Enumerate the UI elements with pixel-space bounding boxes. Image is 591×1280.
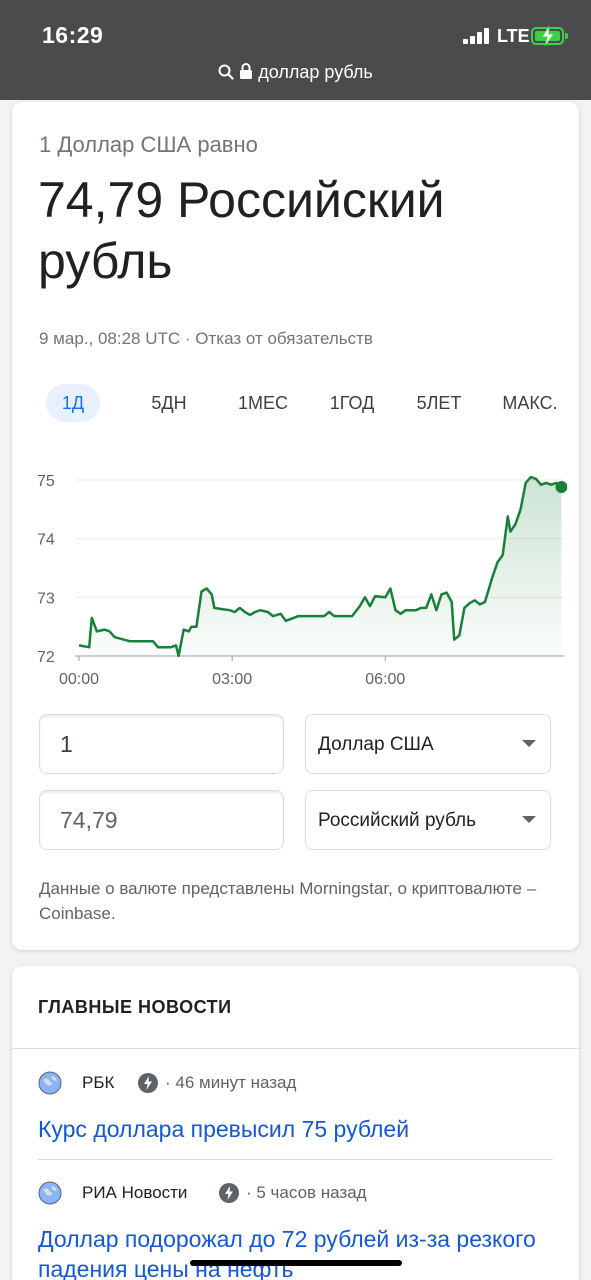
amp-lightning-icon [219, 1183, 239, 1203]
disclaimer-link[interactable]: Отказ от обязательств [195, 329, 373, 348]
dropdown-arrow-icon [522, 740, 536, 747]
news-source: РБК [82, 1073, 115, 1092]
current-value-point [555, 481, 567, 494]
news-item[interactable]: РБК · 46 минут назад Курс доллара превыс… [38, 1070, 558, 1144]
to-currency-label: Российский рубль [318, 810, 477, 831]
separator: · [180, 329, 196, 348]
news-time: · 5 часов назад [246, 1183, 367, 1202]
signal-icon [463, 28, 491, 44]
exchange-rate-chart[interactable]: 75 74 73 7200:00 03:00 06:00 [37, 462, 567, 692]
timestamp-text: 9 мар., 08:28 UTC [39, 329, 181, 348]
lock-icon [240, 63, 253, 79]
y-tick-label: 74 [37, 532, 55, 549]
y-tick-label: 72 [37, 649, 55, 666]
x-tick-label: 00:00 [59, 671, 99, 688]
news-source: РИА Новости [82, 1183, 188, 1202]
globe-icon [38, 1181, 62, 1205]
battery-charging-icon [531, 26, 568, 46]
address-bar[interactable]: доллар рубль [0, 62, 591, 83]
range-tabs: 1Д 5ДН 1МЕС 1ГОД 5ЛЕТ МАКС. [38, 384, 568, 424]
home-indicator [190, 1260, 402, 1266]
news-meta: РИА Новости · 5 часов назад [38, 1180, 558, 1206]
tab-1m[interactable]: 1МЕС [228, 384, 298, 422]
tab-5y[interactable]: 5ЛЕТ [406, 384, 472, 422]
from-currency-select[interactable]: Доллар США [305, 714, 551, 774]
from-amount-input[interactable]: 1 [39, 714, 284, 774]
data-source-note: Данные о валюте представлены Morningstar… [39, 879, 537, 923]
from-currency-label: Доллар США [318, 734, 434, 755]
search-icon [218, 64, 234, 80]
currency-converter-card: 1 Доллар США равно 74,79 Российский рубл… [12, 102, 579, 950]
amp-lightning-icon [138, 1073, 158, 1093]
tab-1d[interactable]: 1Д [46, 384, 100, 422]
rate-timestamp: 9 мар., 08:28 UTC · Отказ от обязательст… [39, 329, 373, 349]
x-tick-label: 03:00 [212, 671, 252, 688]
tab-max[interactable]: МАКС. [493, 384, 567, 422]
conversion-result: 74,79 Российский рубль [38, 172, 445, 289]
dropdown-arrow-icon [522, 816, 536, 823]
news-time: · 46 минут назад [165, 1073, 297, 1092]
news-headline-link[interactable]: Доллар подорожал до 72 рублей из-за резк… [38, 1224, 558, 1280]
y-tick-label: 73 [37, 590, 55, 607]
divider [12, 1048, 579, 1049]
news-meta: РБК · 46 минут назад [38, 1070, 558, 1096]
chart-area-fill [79, 477, 562, 656]
to-currency-select[interactable]: Российский рубль [305, 790, 551, 850]
tab-5d[interactable]: 5ДН [140, 384, 198, 422]
news-headline-link[interactable]: Курс доллара превысил 75 рублей [38, 1114, 558, 1144]
top-news-card: ГЛАВНЫЕ НОВОСТИ РБК · 46 минут назад Кур… [12, 966, 579, 1280]
news-heading: ГЛАВНЫЕ НОВОСТИ [38, 997, 232, 1017]
url-text: доллар рубль [258, 62, 373, 82]
globe-icon [38, 1071, 62, 1095]
equals-label: 1 Доллар США равно [39, 132, 258, 157]
divider [38, 1159, 553, 1160]
network-type: LTE [497, 26, 530, 46]
to-amount-input[interactable]: 74,79 [39, 790, 284, 850]
tab-1y[interactable]: 1ГОД [318, 384, 386, 422]
y-tick-label: 75 [37, 473, 55, 490]
x-tick-label: 06:00 [365, 671, 405, 688]
status-time: 16:29 [42, 22, 104, 48]
status-bar: 16:29 LTE доллар рубль [0, 0, 591, 100]
